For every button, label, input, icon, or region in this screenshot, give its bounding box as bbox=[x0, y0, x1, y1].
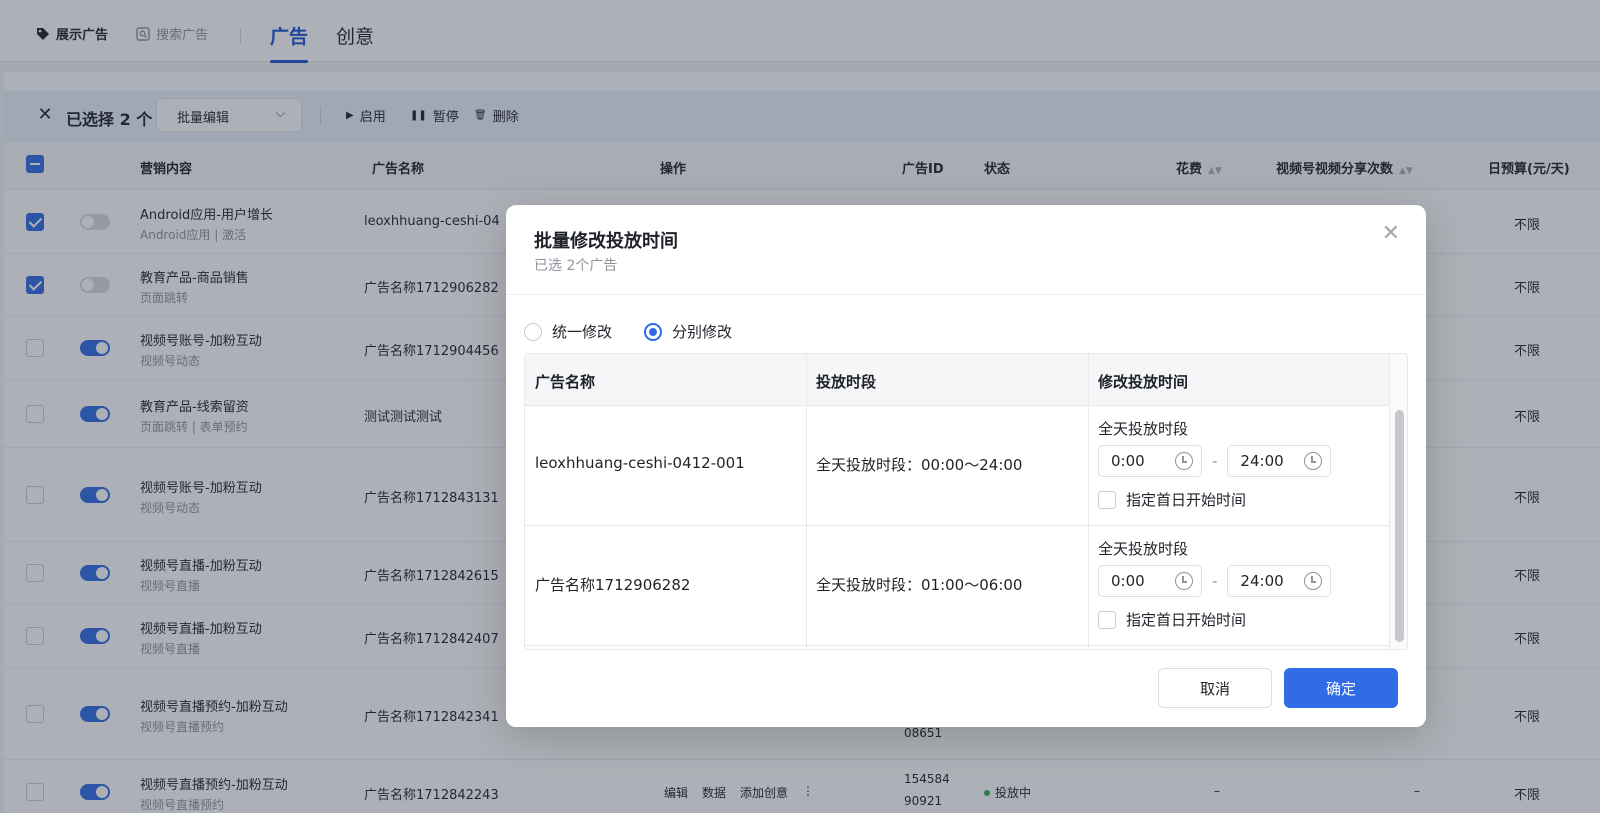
modal-subtitle: 已选 2个广告 bbox=[534, 258, 618, 274]
start-time-picker[interactable]: 0:00 bbox=[1098, 565, 1202, 597]
row-edit-time: 全天投放时段 0:00 - 24:00 指定首日开始时间 bbox=[1098, 538, 1332, 630]
header-period: 投放时段 bbox=[816, 373, 877, 391]
modal-table-row: 广告名称1712906282 全天投放时段：01:00～06:00 全天投放时段… bbox=[525, 526, 1389, 646]
radio-separate-circle[interactable] bbox=[644, 322, 662, 341]
batch-schedule-modal: 批量修改投放时间 已选 2个广告 ✕ 统一修改 分别修改 广告名称 投放时段 修… bbox=[506, 205, 1426, 727]
scrollbar-thumb[interactable] bbox=[1395, 410, 1404, 642]
start-time-picker[interactable]: 0:00 bbox=[1098, 445, 1202, 477]
row-edit-time: 全天投放时段 0:00 - 24:00 指定首日开始时间 bbox=[1098, 418, 1332, 510]
first-day-option[interactable]: 指定首日开始时间 bbox=[1098, 609, 1331, 630]
end-time-value: 24:00 bbox=[1240, 572, 1284, 590]
modal-table-row: leoxhhuang-ceshi-0412-001 全天投放时段：00:00～2… bbox=[525, 406, 1389, 526]
clock-icon bbox=[1304, 452, 1323, 470]
column-divider bbox=[806, 354, 807, 649]
first-day-checkbox[interactable] bbox=[1098, 490, 1116, 509]
modal-table-header: 广告名称 投放时段 修改投放时间 bbox=[525, 354, 1389, 406]
row-period: 全天投放时段：00:00～24:00 bbox=[816, 456, 1023, 474]
start-time-value: 0:00 bbox=[1111, 572, 1145, 590]
time-range: 0:00 - 24:00 bbox=[1098, 445, 1332, 477]
column-divider bbox=[1088, 354, 1089, 649]
confirm-button[interactable]: 确定 bbox=[1284, 668, 1398, 708]
time-range: 0:00 - 24:00 bbox=[1098, 565, 1332, 597]
all-day-label: 全天投放时段 bbox=[1098, 540, 1189, 558]
end-time-picker[interactable]: 24:00 bbox=[1227, 565, 1332, 597]
row-ad-name: leoxhhuang-ceshi-0412-001 bbox=[535, 454, 745, 472]
first-day-label: 指定首日开始时间 bbox=[1126, 611, 1247, 629]
clock-icon bbox=[1175, 452, 1193, 470]
first-day-label: 指定首日开始时间 bbox=[1126, 491, 1247, 509]
modal-title: 批量修改投放时间 bbox=[534, 231, 678, 252]
range-separator: - bbox=[1212, 452, 1218, 470]
radio-unified-circle[interactable] bbox=[524, 322, 542, 341]
range-separator: - bbox=[1212, 572, 1218, 590]
row-ad-name: 广告名称1712906282 bbox=[535, 576, 691, 594]
modal-divider bbox=[506, 294, 1426, 295]
clock-icon bbox=[1175, 572, 1193, 590]
modal-table: 广告名称 投放时段 修改投放时间 leoxhhuang-ceshi-0412-0… bbox=[524, 353, 1408, 650]
radio-separate-label: 分别修改 bbox=[672, 323, 733, 341]
end-time-value: 24:00 bbox=[1240, 452, 1284, 470]
header-name: 广告名称 bbox=[535, 373, 596, 391]
scrollbar[interactable] bbox=[1389, 354, 1407, 649]
end-time-picker[interactable]: 24:00 bbox=[1227, 445, 1332, 477]
row-period: 全天投放时段：01:00～06:00 bbox=[816, 576, 1023, 594]
clock-icon bbox=[1304, 572, 1323, 590]
start-time-value: 0:00 bbox=[1111, 452, 1145, 470]
close-icon[interactable]: ✕ bbox=[1382, 221, 1400, 246]
first-day-checkbox[interactable] bbox=[1098, 610, 1116, 629]
radio-unified-label: 统一修改 bbox=[552, 323, 613, 341]
all-day-label: 全天投放时段 bbox=[1098, 420, 1189, 438]
first-day-option[interactable]: 指定首日开始时间 bbox=[1098, 489, 1331, 510]
radio-separate[interactable]: 分别修改 bbox=[644, 321, 732, 342]
radio-unified[interactable]: 统一修改 bbox=[524, 321, 612, 342]
cancel-button[interactable]: 取消 bbox=[1158, 668, 1272, 708]
header-edit-time: 修改投放时间 bbox=[1098, 373, 1189, 391]
